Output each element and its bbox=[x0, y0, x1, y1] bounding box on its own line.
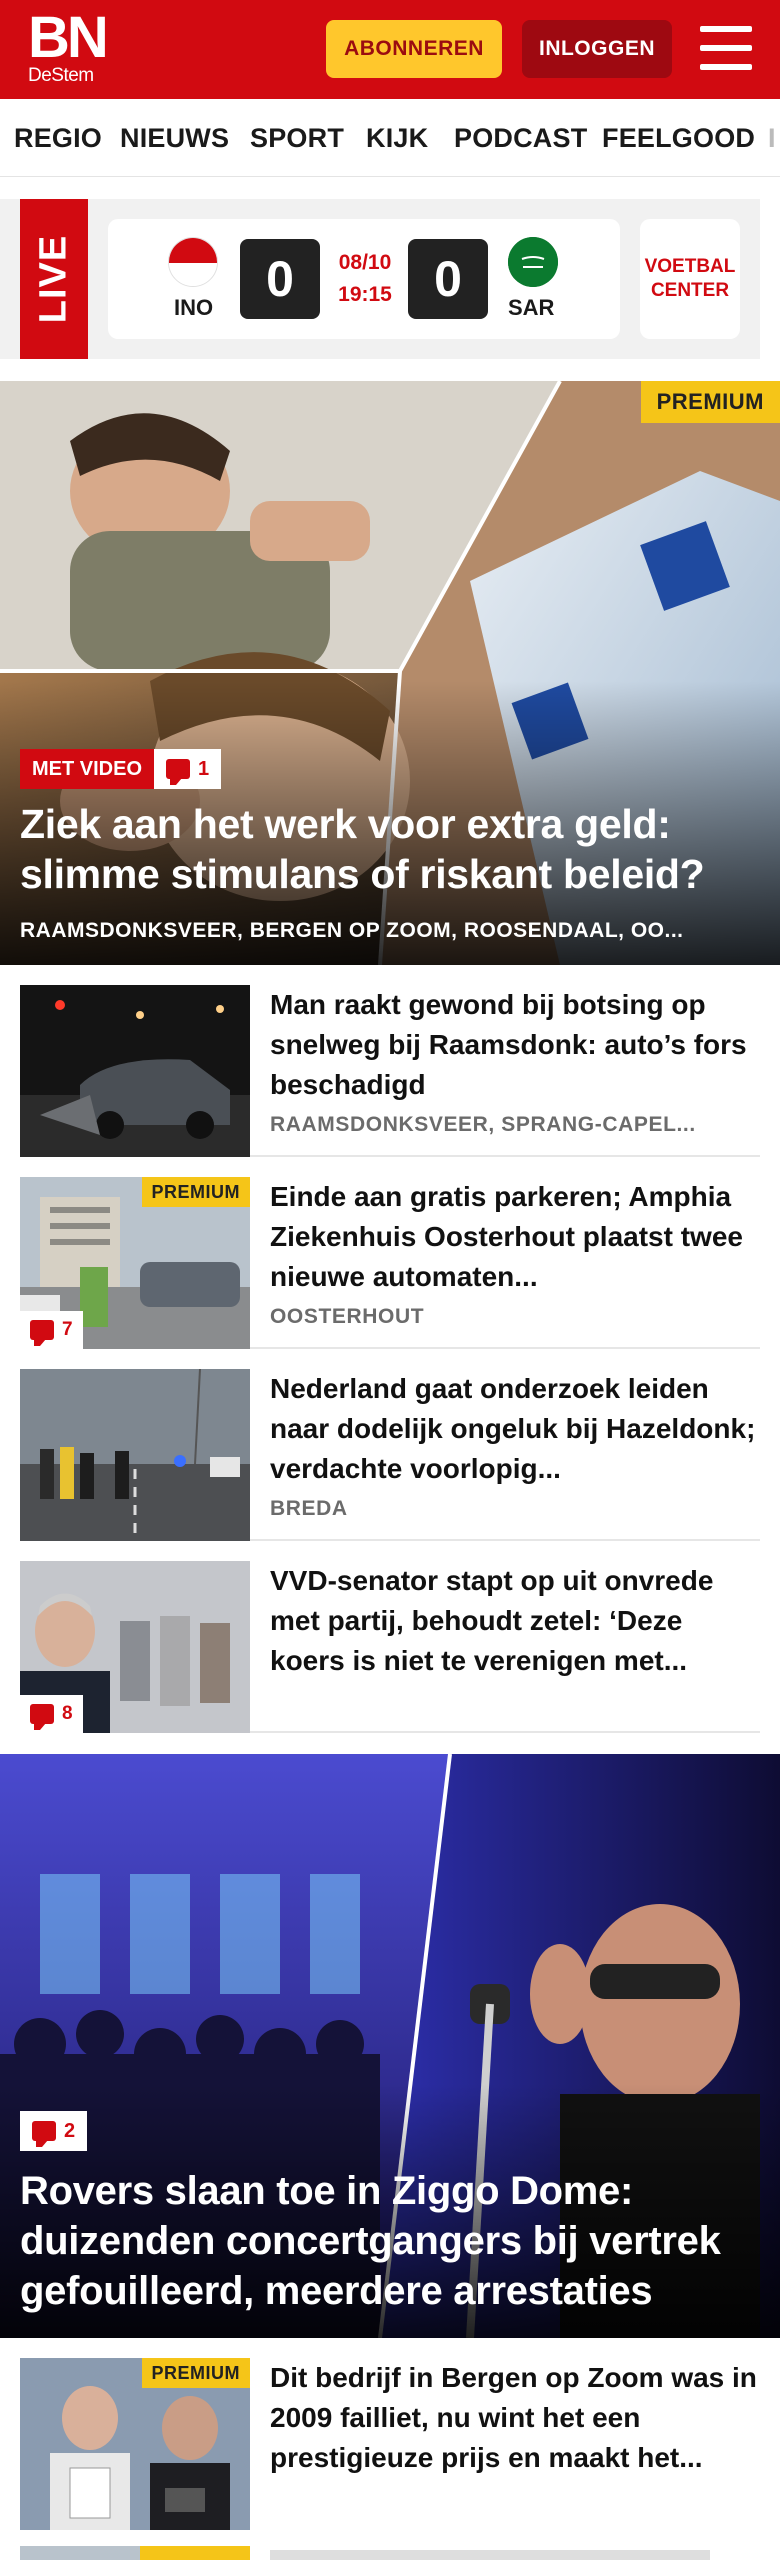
match-date: 08/10 bbox=[338, 251, 392, 274]
comment-icon bbox=[166, 759, 191, 785]
list-item[interactable]: Man raakt gewond bij botsing op snelweg … bbox=[20, 965, 760, 1157]
premium-badge: PREMIUM bbox=[640, 381, 780, 423]
site-header: BN DeStem ABONNEREN INLOGGEN bbox=[0, 0, 780, 99]
article-title[interactable]: Dit bedrijf in Bergen op Zoom was in 200… bbox=[270, 2358, 760, 2478]
match-datetime: 08/10 19:15 bbox=[330, 247, 400, 311]
voetbal-center-label-2: CENTER bbox=[650, 280, 730, 301]
article-thumbnail bbox=[20, 985, 250, 1157]
voetbal-center-label-1: VOETBAL bbox=[644, 256, 736, 277]
live-badge: LIVE bbox=[20, 199, 88, 359]
live-scores-widget: LIVE INO 0 08/10 19:15 0 SAR VOETBAL CEN… bbox=[0, 199, 760, 359]
comment-count-badge[interactable]: 2 bbox=[20, 2111, 88, 2151]
menu-icon[interactable] bbox=[700, 24, 752, 72]
hero-2-title[interactable]: Rovers slaan toe in Ziggo Dome: duizende… bbox=[20, 2166, 760, 2316]
home-score: 0 bbox=[240, 239, 320, 319]
nav-overflow-item[interactable]: I bbox=[768, 123, 776, 154]
article-title[interactable]: Nederland gaat onderzoek leiden naar dod… bbox=[270, 1369, 760, 1489]
video-badge: MET VIDEO bbox=[20, 749, 155, 789]
article-thumbnail-partial bbox=[20, 2546, 250, 2560]
article-location: BREDA bbox=[270, 1497, 348, 1520]
list-item[interactable]: PREMIUM 7 Einde aan gratis parkeren; Amp… bbox=[20, 1157, 760, 1349]
article-location: RAAMSDONKSVEER, SPRANG-CAPEL... bbox=[270, 1113, 696, 1136]
comment-icon bbox=[32, 2121, 56, 2147]
logo-main: BN bbox=[28, 5, 109, 70]
premium-badge: PREMIUM bbox=[141, 1177, 250, 1207]
list-item[interactable]: PREMIUM Dit bedrijf in Bergen op Zoom wa… bbox=[20, 2338, 760, 2530]
subscribe-button[interactable]: ABONNEREN bbox=[326, 20, 502, 78]
comment-count: 1 bbox=[198, 757, 210, 780]
list-item[interactable]: 8 VVD-senator stapt op uit onvrede met p… bbox=[20, 1541, 760, 1733]
article-thumbnail bbox=[20, 1369, 250, 1541]
site-logo[interactable]: BN DeStem bbox=[28, 5, 112, 88]
article-title[interactable]: Einde aan gratis parkeren; Amphia Zieken… bbox=[270, 1177, 760, 1297]
comment-count: 2 bbox=[64, 2119, 76, 2142]
comment-count: 7 bbox=[62, 1319, 73, 1340]
login-button[interactable]: INLOGGEN bbox=[522, 20, 672, 78]
nav-item-regio[interactable]: REGIO bbox=[14, 123, 102, 154]
comment-count-badge[interactable]: 1 bbox=[154, 749, 222, 789]
comment-count-badge[interactable]: 7 bbox=[20, 1311, 83, 1349]
article-title[interactable]: Man raakt gewond bij botsing op snelweg … bbox=[270, 985, 760, 1105]
match-card[interactable]: INO 0 08/10 19:15 0 SAR bbox=[108, 219, 620, 339]
hero-locations: RAAMSDONKSVEER, BERGEN OP ZOOM, ROOSENDA… bbox=[20, 919, 684, 942]
hero-article-2[interactable]: 2 Rovers slaan toe in Ziggo Dome: duizen… bbox=[0, 1754, 780, 2338]
hero-badges: MET VIDEO 1 bbox=[20, 749, 222, 789]
main-nav: REGIO NIEUWS SPORT KIJK PODCAST FEELGOOD… bbox=[0, 99, 780, 177]
indonesia-flag-icon bbox=[168, 237, 218, 287]
match-time: 19:15 bbox=[338, 283, 392, 306]
voetbal-center-link[interactable]: VOETBAL CENTER bbox=[640, 219, 740, 339]
nav-item-kijk[interactable]: KIJK bbox=[366, 123, 428, 154]
article-location: OOSTERHOUT bbox=[270, 1305, 425, 1328]
saudi-arabia-flag-icon bbox=[508, 237, 558, 287]
article-title[interactable]: VVD-senator stapt op uit onvrede met par… bbox=[270, 1561, 760, 1681]
comment-count-badge[interactable]: 8 bbox=[20, 1695, 83, 1733]
nav-item-sport[interactable]: SPORT bbox=[250, 123, 344, 154]
article-thumbnail: 8 bbox=[20, 1561, 250, 1733]
comment-icon bbox=[30, 1320, 54, 1346]
hero-title[interactable]: Ziek aan het werk voor extra geld: slimm… bbox=[20, 799, 760, 899]
home-team: INO bbox=[174, 295, 214, 320]
comment-icon bbox=[30, 1704, 54, 1730]
list-item[interactable]: Nederland gaat onderzoek leiden naar dod… bbox=[20, 1349, 760, 1541]
nav-item-podcast[interactable]: PODCAST bbox=[454, 123, 587, 154]
article-title-partial[interactable] bbox=[270, 2546, 760, 2560]
article-thumbnail: PREMIUM 7 bbox=[20, 1177, 250, 1349]
away-team: SAR bbox=[508, 295, 555, 320]
hero-article[interactable]: PREMIUM MET VIDEO 1 Ziek aan het werk vo… bbox=[0, 381, 780, 965]
away-score: 0 bbox=[408, 239, 488, 319]
nav-item-nieuws[interactable]: NIEUWS bbox=[120, 123, 229, 154]
premium-badge: PREMIUM bbox=[141, 2358, 250, 2388]
live-label: LIVE bbox=[32, 234, 75, 324]
article-thumbnail: PREMIUM bbox=[20, 2358, 250, 2530]
comment-count: 8 bbox=[62, 1703, 73, 1724]
nav-item-feelgood[interactable]: FEELGOOD bbox=[602, 123, 755, 154]
